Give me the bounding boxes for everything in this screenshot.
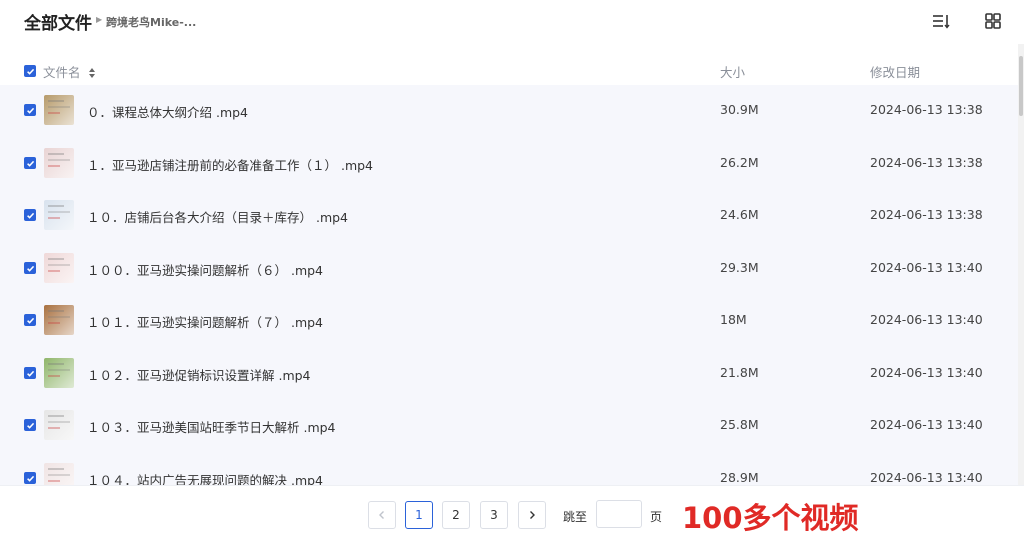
video-thumbnail [44, 148, 74, 178]
file-size: 18M [720, 312, 747, 327]
video-thumbnail [44, 463, 74, 485]
video-thumbnail [44, 253, 74, 283]
row-checkbox[interactable] [24, 314, 36, 326]
breadcrumb-separator-icon: ▶ [96, 15, 103, 24]
file-size: 24.6M [720, 207, 759, 222]
breadcrumb[interactable]: 跨境老鸟Mike-... [106, 14, 196, 30]
table-row[interactable]: １０３．亚马逊美国站旺季节日大解析 .mp4 25.8M 2024-06-13 13… [0, 400, 1018, 452]
file-date: 2024-06-13 13:38 [870, 102, 983, 117]
page-unit-label: 页 [650, 510, 663, 524]
list-sort-icon[interactable] [929, 10, 951, 32]
file-name[interactable]: １０２．亚马逊促销标识设置详解 .mp4 [87, 365, 311, 384]
file-name[interactable]: １０３．亚马逊美国站旺季节日大解析 .mp4 [87, 417, 336, 436]
file-date: 2024-06-13 13:40 [870, 470, 983, 485]
row-checkbox[interactable] [24, 209, 36, 221]
table-row[interactable]: １．亚马逊店铺注册前的必备准备工作（１） .mp4 26.2M 2024-06-13… [0, 138, 1018, 190]
scrollbar[interactable] [1018, 44, 1024, 485]
file-date: 2024-06-13 13:38 [870, 207, 983, 222]
file-size: 26.2M [720, 155, 759, 170]
file-date: 2024-06-13 13:40 [870, 417, 983, 432]
column-header: 文件名 大小 修改日期 [0, 56, 1018, 84]
header: 全部文件 ▶ 跨境老鸟Mike-... [0, 0, 1024, 44]
table-row[interactable]: １０１．亚马逊实操问题解析（７） .mp4 18M 2024-06-13 13:40 [0, 295, 1018, 347]
row-checkbox[interactable] [24, 104, 36, 116]
pagination-bar: 1 2 3 跳至 页 100多个视频 [0, 485, 1024, 542]
promo-text: 100多个视频 [682, 501, 859, 535]
row-checkbox[interactable] [24, 157, 36, 169]
table-row[interactable]: １０２．亚马逊促销标识设置详解 .mp4 21.8M 2024-06-13 13:4… [0, 348, 1018, 400]
file-date: 2024-06-13 13:40 [870, 312, 983, 327]
file-name[interactable]: １．亚马逊店铺注册前的必备准备工作（１） .mp4 [87, 155, 373, 174]
table-row[interactable]: ０．课程总体大纲介绍 .mp4 30.9M 2024-06-13 13:38 [0, 85, 1018, 137]
column-size[interactable]: 大小 [720, 62, 745, 81]
file-size: 21.8M [720, 365, 759, 380]
table-row[interactable]: １０．店铺后台各大介绍（目录＋库存） .mp4 24.6M 2024-06-13 1… [0, 190, 1018, 242]
file-date: 2024-06-13 13:40 [870, 365, 983, 380]
page-button-3[interactable]: 3 [480, 501, 508, 529]
row-checkbox[interactable] [24, 419, 36, 431]
file-name[interactable]: １００．亚马逊实操问题解析（６） .mp4 [87, 260, 323, 279]
jump-label: 跳至 [563, 510, 588, 524]
file-date: 2024-06-13 13:38 [870, 155, 983, 170]
page-button-1[interactable]: 1 [405, 501, 433, 529]
video-thumbnail [44, 95, 74, 125]
file-name[interactable]: ０．课程总体大纲介绍 .mp4 [87, 102, 248, 121]
chevron-right-icon[interactable] [518, 501, 546, 529]
file-size: 30.9M [720, 102, 759, 117]
file-name[interactable]: １０１．亚马逊实操问题解析（７） .mp4 [87, 312, 323, 331]
file-size: 28.9M [720, 470, 759, 485]
file-size: 29.3M [720, 260, 759, 275]
file-name[interactable]: １０．店铺后台各大介绍（目录＋库存） .mp4 [87, 207, 348, 226]
row-checkbox[interactable] [24, 367, 36, 379]
table-row[interactable]: １００．亚马逊实操问题解析（６） .mp4 29.3M 2024-06-13 13:… [0, 243, 1018, 295]
table-row[interactable]: １０４．站内广告无展现问题的解决 .mp4 28.9M 2024-06-13 13:… [0, 453, 1018, 485]
video-thumbnail [44, 305, 74, 335]
select-all-checkbox[interactable] [24, 65, 36, 77]
scrollbar-thumb[interactable] [1019, 56, 1023, 116]
jump-page-input[interactable] [596, 500, 642, 528]
video-thumbnail [44, 200, 74, 230]
page-button-2[interactable]: 2 [442, 501, 470, 529]
row-checkbox[interactable] [24, 262, 36, 274]
page-title: 全部文件 [24, 14, 92, 34]
grid-view-icon[interactable] [982, 10, 1004, 32]
column-date[interactable]: 修改日期 [870, 62, 920, 81]
file-list: ０．课程总体大纲介绍 .mp4 30.9M 2024-06-13 13:38 １．亚马… [0, 85, 1018, 485]
column-name[interactable]: 文件名 [43, 62, 81, 81]
chevron-left-icon[interactable] [368, 501, 396, 529]
video-thumbnail [44, 358, 74, 388]
file-size: 25.8M [720, 417, 759, 432]
file-date: 2024-06-13 13:40 [870, 260, 983, 275]
row-checkbox[interactable] [24, 472, 36, 484]
video-thumbnail [44, 410, 74, 440]
sort-icon[interactable] [88, 64, 96, 78]
file-name[interactable]: １０４．站内广告无展现问题的解决 .mp4 [87, 470, 323, 485]
